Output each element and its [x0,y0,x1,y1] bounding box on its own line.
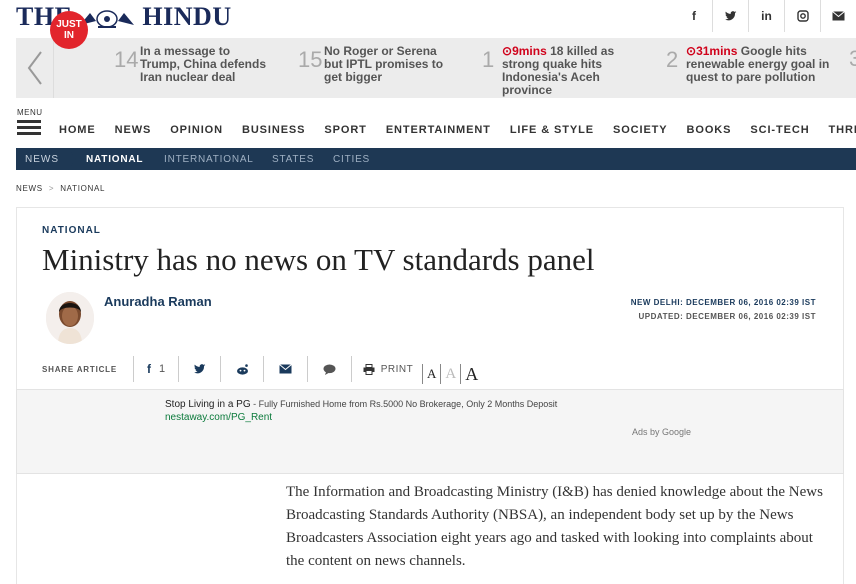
printer-icon [363,363,375,375]
trending-number: 14 [114,47,139,72]
trending-mins: 31mins [696,44,738,58]
main-nav: HOME NEWS OPINION BUSINESS SPORT ENTERTA… [59,124,856,136]
ad-title-line[interactable]: Stop Living in a PG - Fully Furnished Ho… [165,399,557,410]
print-label: PRINT [380,363,414,375]
page-title: Ministry has no news on TV standards pan… [42,242,595,277]
clock-icon: ⊙ [686,44,697,58]
nav-item-thread[interactable]: THREAD [829,124,856,136]
trending-number: 15 [298,47,323,72]
share-article-label: SHARE ARTICLE [42,365,117,374]
subnav-item-cities[interactable]: CITIES [333,154,370,165]
trending-text: ⊙31mins Google hits renewable energy goa… [686,44,830,84]
trending-text: No Roger or Serena but IPTL promises to … [324,44,444,84]
google-ad[interactable]: Stop Living in a PG - Fully Furnished Ho… [16,389,844,474]
facebook-share-count: 1 [158,363,166,375]
top-bar: THE HINDU f in [0,0,856,32]
ads-by-google-label[interactable]: Ads by Google [632,427,691,437]
just-in-badge: JUST IN [50,11,88,49]
ad-description: - Fully Furnished Home from Rs.5000 No B… [250,399,558,409]
nav-item-business[interactable]: BUSINESS [242,124,305,136]
facebook-icon[interactable]: f [676,0,712,32]
comment-icon [323,364,336,375]
nav-item-sci-tech[interactable]: SCI-TECH [750,124,809,136]
nav-item-news[interactable]: NEWS [115,124,152,136]
site-logo[interactable]: THE HINDU [16,2,232,32]
email-share-button[interactable] [263,356,307,382]
linkedin-icon[interactable]: in [748,0,784,32]
instagram-icon[interactable] [784,0,820,32]
nav-item-home[interactable]: HOME [59,124,96,136]
nav-item-sport[interactable]: SPORT [324,124,366,136]
page: THE HINDU f in JUST IN 14 In a message t… [0,0,856,584]
mail-icon[interactable] [820,0,856,32]
trending-next-number[interactable]: 3 [849,46,856,72]
just-in-top-text: JUST [56,19,82,30]
breadcrumb: NEWS > NATIONAL [16,184,105,193]
chevron-left-icon [27,51,42,85]
trending-text: In a message to Trump, China defends Ira… [140,44,267,84]
author-name[interactable]: Anuradha Raman [104,294,212,309]
subnav-item-states[interactable]: STATES [272,154,314,165]
facebook-icon: f [146,362,151,376]
font-size-medium-button[interactable]: A [440,364,460,384]
ad-url[interactable]: nestaway.com/PG_Rent [165,412,272,423]
author-avatar[interactable] [46,292,94,344]
font-size-large-button[interactable]: A [460,364,482,384]
trending-item[interactable]: 15 No Roger or Serena but IPTL promises … [298,45,463,84]
reddit-icon [236,363,248,375]
twitter-icon[interactable] [712,0,748,32]
reddit-share-button[interactable] [220,356,263,382]
nav-item-life-style[interactable]: LIFE & STYLE [510,124,594,136]
social-links: f in [676,0,856,32]
updated-date: UPDATED: DECEMBER 06, 2016 02:39 IST [638,312,816,321]
font-size-small-button[interactable]: A [422,364,440,384]
mail-icon [279,364,292,374]
share-bar: f 1 PRINT [133,356,422,382]
breadcrumb-separator: > [48,184,55,193]
nav-item-books[interactable]: BOOKS [687,124,732,136]
sub-nav: NEWS NATIONAL INTERNATIONAL STATES CITIE… [16,148,856,170]
nav-item-society[interactable]: SOCIETY [613,124,668,136]
subnav-home[interactable]: NEWS [16,148,76,170]
nav-item-opinion[interactable]: OPINION [170,124,223,136]
article-section[interactable]: NATIONAL [42,225,101,236]
print-button[interactable]: PRINT [351,356,422,382]
trending-text: ⊙9mins 18 killed as strong quake hits In… [502,44,615,97]
just-in-bottom-text: IN [64,30,74,41]
hamburger-menu-icon[interactable] [17,120,41,136]
logo-text-right: HINDU [142,2,232,31]
subnav-item-international[interactable]: INTERNATIONAL [164,154,254,165]
twitter-icon [193,364,205,374]
font-size-controls: A A A [422,358,482,384]
subnav-item-national[interactable]: NATIONAL [86,154,143,165]
comment-button[interactable] [307,356,351,382]
trending-number: 1 [482,47,495,72]
article-body-paragraph: The Information and Broadcasting Ministr… [286,484,823,569]
breadcrumb-news[interactable]: NEWS [16,184,43,193]
trending-number: 2 [666,47,679,72]
facebook-share-button[interactable]: f 1 [133,356,178,382]
published-date: NEW DELHI: DECEMBER 06, 2016 02:39 IST [630,298,816,307]
prev-arrow-button[interactable] [16,38,54,98]
trending-item[interactable]: 2 ⊙31mins Google hits renewable energy g… [666,45,831,84]
twitter-share-button[interactable] [178,356,220,382]
ad-title[interactable]: Stop Living in a PG [165,399,251,410]
trending-item[interactable]: 14 In a message to Trump, China defends … [114,45,279,84]
trending-item[interactable]: 1 ⊙9mins 18 killed as strong quake hits … [482,45,657,97]
trending-mins: 9mins [512,44,547,58]
menu-label: MENU [17,108,43,117]
clock-icon: ⊙ [502,44,513,58]
nav-item-entertainment[interactable]: ENTERTAINMENT [386,124,491,136]
breadcrumb-national[interactable]: NATIONAL [60,184,105,193]
dateline: NEW DELHI: DECEMBER 06, 2016 02:39 IST U… [631,296,816,324]
